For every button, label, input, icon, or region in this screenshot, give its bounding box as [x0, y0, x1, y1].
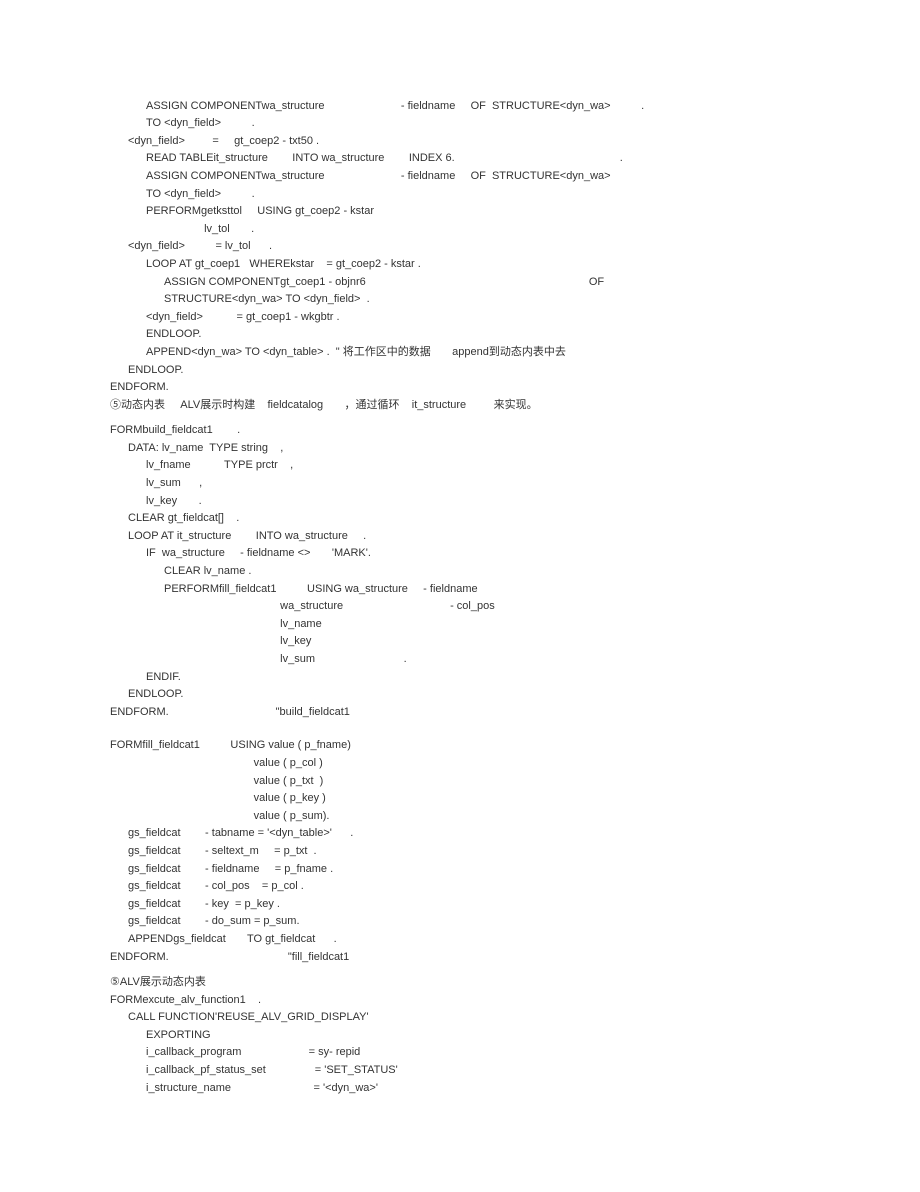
code-line: <dyn_field> = gt_coep2 - txt50 . — [110, 133, 810, 151]
code-line: PERFORMgetksttol USING gt_coep2 - kstar — [110, 203, 810, 221]
code-line: ⑤ALV展示动态内表 — [110, 974, 810, 992]
code-line: TO <dyn_field> . — [110, 186, 810, 204]
code-line: i_callback_pf_status_set = 'SET_STATUS' — [110, 1062, 810, 1080]
code-line: ASSIGN COMPONENTwa_structure - fieldname… — [110, 168, 810, 186]
code-line: FORMbuild_fieldcat1 . — [110, 422, 810, 440]
code-line: ASSIGN COMPONENTgt_coep1 - objnr6 OF — [110, 274, 810, 292]
code-line: APPEND<dyn_wa> TO <dyn_table> . " 将工作区中的… — [110, 344, 810, 362]
code-line: value ( p_txt ) — [110, 773, 810, 791]
code-line: <dyn_field> = lv_tol . — [110, 238, 810, 256]
blank-line — [110, 414, 810, 422]
code-line: EXPORTING — [110, 1027, 810, 1045]
code-line: value ( p_key ) — [110, 790, 810, 808]
code-line: value ( p_col ) — [110, 755, 810, 773]
code-line: gs_fieldcat - tabname = '<dyn_table>' . — [110, 825, 810, 843]
code-line: gs_fieldcat - seltext_m = p_txt . — [110, 843, 810, 861]
code-line: TO <dyn_field> . — [110, 115, 810, 133]
code-line: i_structure_name = '<dyn_wa>' — [110, 1080, 810, 1098]
code-line: ENDLOOP. — [110, 362, 810, 380]
blank-line — [110, 729, 810, 737]
code-line: lv_tol . — [110, 221, 810, 239]
code-line: lv_name — [110, 616, 810, 634]
code-line: <dyn_field> = gt_coep1 - wkgbtr . — [110, 309, 810, 327]
code-line: i_callback_program = sy- repid — [110, 1044, 810, 1062]
code-line: FORMfill_fieldcat1 USING value ( p_fname… — [110, 737, 810, 755]
code-line: ENDIF. — [110, 669, 810, 687]
blank-line — [110, 721, 810, 729]
code-line: ENDLOOP. — [110, 686, 810, 704]
code-line: ⑤动态内表 ALV展示时构建 fieldcatalog ，通过循环 it_str… — [110, 397, 810, 415]
code-line: CLEAR lv_name . — [110, 563, 810, 581]
code-line: wa_structure - col_pos — [110, 598, 810, 616]
code-line: IF wa_structure - fieldname <> 'MARK'. — [110, 545, 810, 563]
code-line: CALL FUNCTION'REUSE_ALV_GRID_DISPLAY' — [110, 1009, 810, 1027]
code-line: gs_fieldcat - col_pos = p_col . — [110, 878, 810, 896]
code-line: lv_sum , — [110, 475, 810, 493]
code-line: gs_fieldcat - do_sum = p_sum. — [110, 913, 810, 931]
code-line: ENDFORM. "build_fieldcat1 — [110, 704, 810, 722]
code-line: ASSIGN COMPONENTwa_structure - fieldname… — [110, 98, 810, 116]
code-line: gs_fieldcat - key = p_key . — [110, 896, 810, 914]
code-line: lv_key . — [110, 493, 810, 511]
code-line: DATA: lv_name TYPE string , — [110, 440, 810, 458]
code-line: CLEAR gt_fieldcat[] . — [110, 510, 810, 528]
code-line: value ( p_sum). — [110, 808, 810, 826]
code-line: ENDFORM. — [110, 379, 810, 397]
code-line: LOOP AT gt_coep1 WHEREkstar = gt_coep2 -… — [110, 256, 810, 274]
code-line: lv_sum . — [110, 651, 810, 669]
code-line: APPENDgs_fieldcat TO gt_fieldcat . — [110, 931, 810, 949]
code-document: ASSIGN COMPONENTwa_structure - fieldname… — [110, 80, 810, 1097]
code-line: ENDLOOP. — [110, 326, 810, 344]
code-line: lv_key — [110, 633, 810, 651]
code-line: PERFORMfill_fieldcat1 USING wa_structure… — [110, 581, 810, 599]
code-line: lv_fname TYPE prctr , — [110, 457, 810, 475]
code-line: FORMexcute_alv_function1 . — [110, 992, 810, 1010]
code-line: gs_fieldcat - fieldname = p_fname . — [110, 861, 810, 879]
code-line: LOOP AT it_structure INTO wa_structure . — [110, 528, 810, 546]
blank-line — [110, 966, 810, 974]
code-line: STRUCTURE<dyn_wa> TO <dyn_field> . — [110, 291, 810, 309]
code-line: ENDFORM. "fill_fieldcat1 — [110, 949, 810, 967]
code-line: READ TABLEit_structure INTO wa_structure… — [110, 150, 810, 168]
